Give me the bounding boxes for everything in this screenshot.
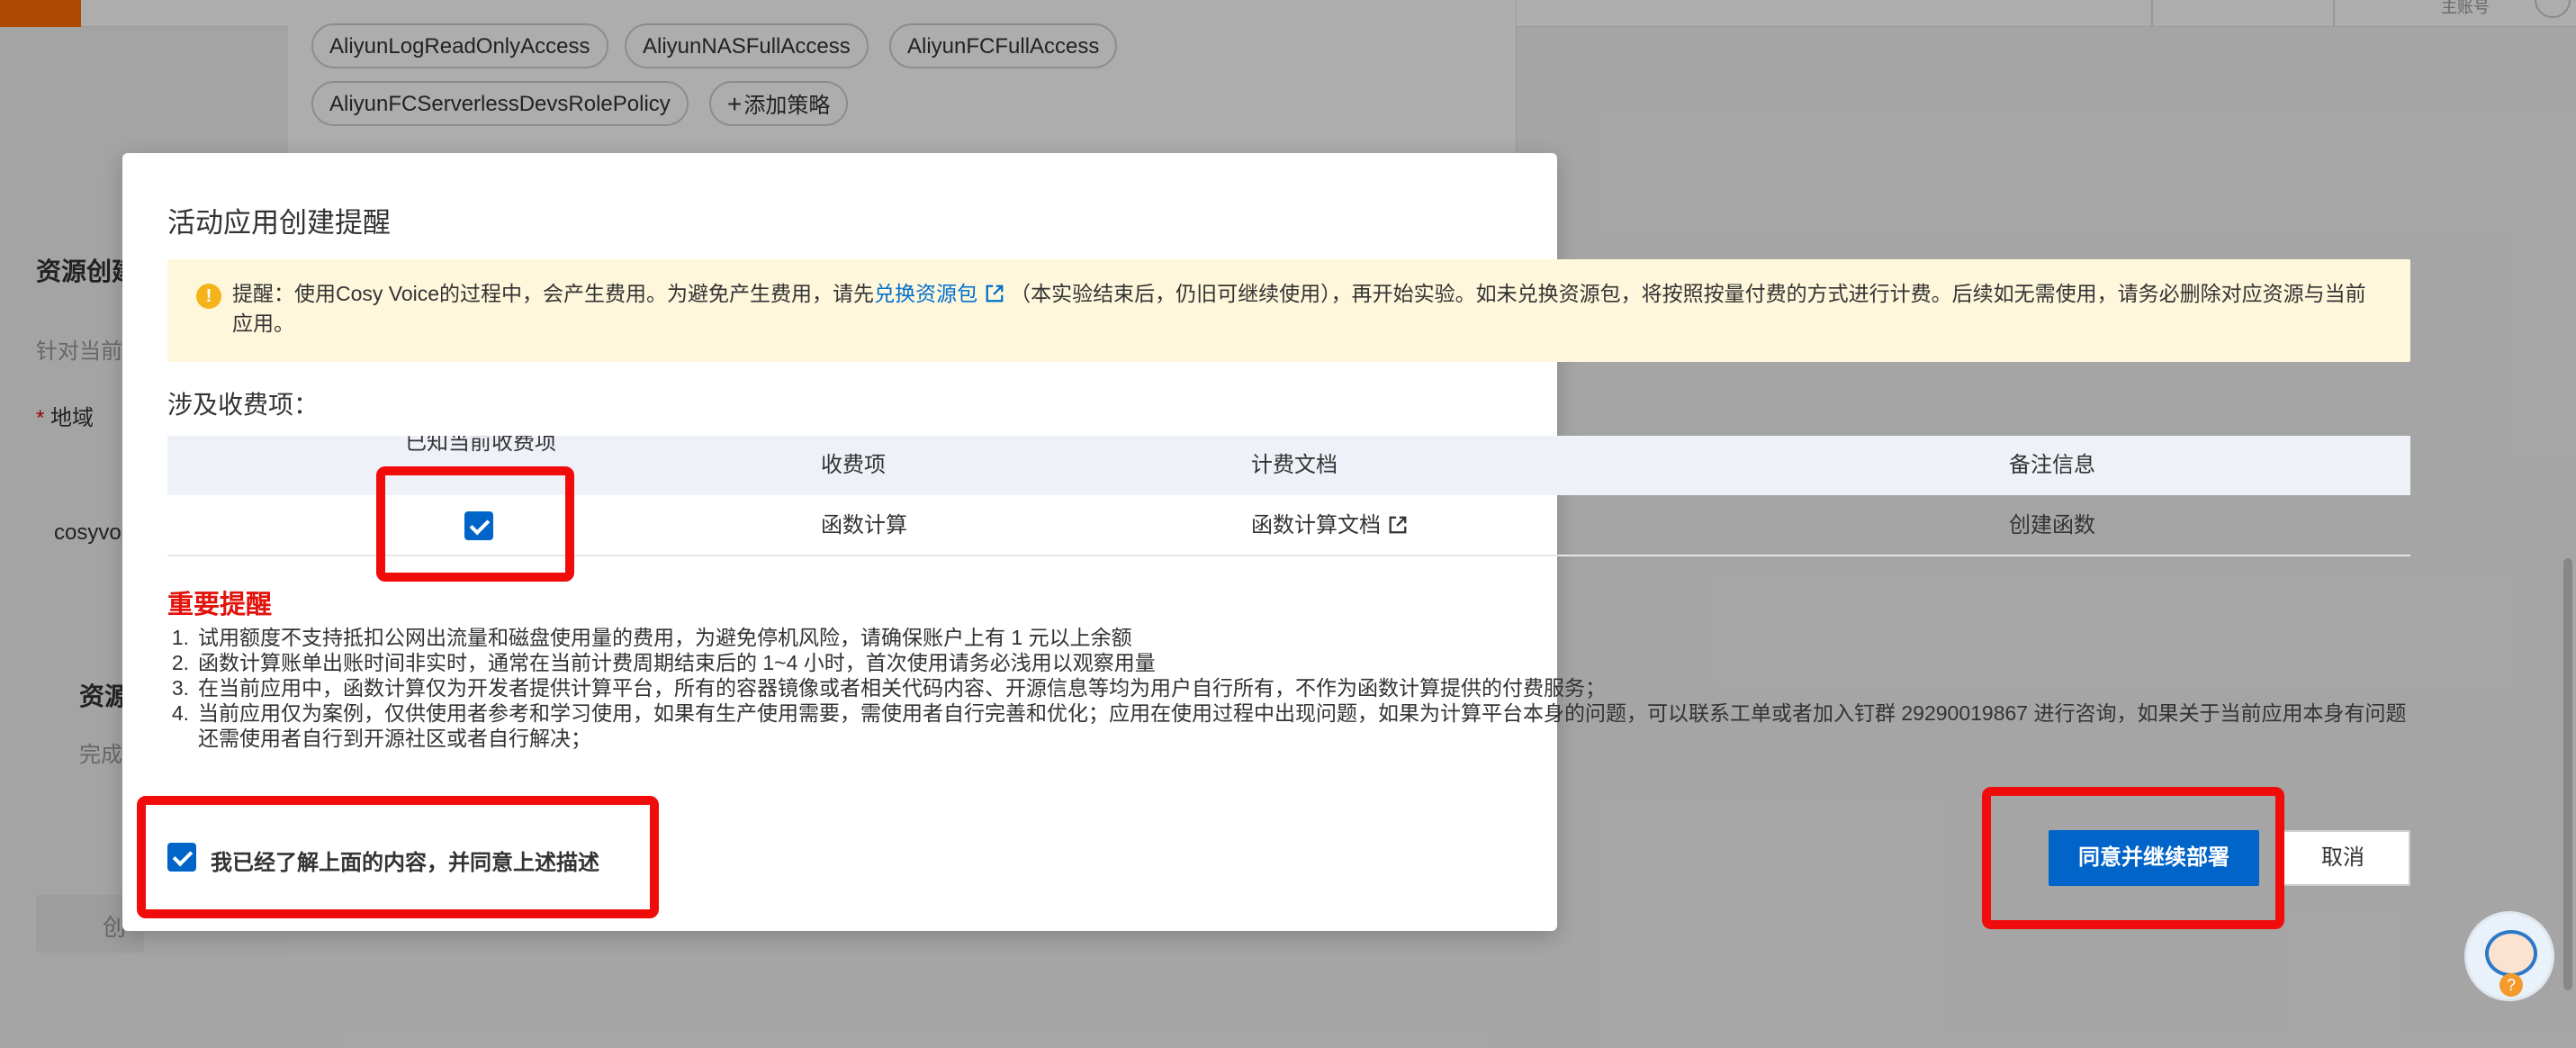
charges-label: 涉及收费项： — [167, 391, 320, 419]
billing-doc-link[interactable]: 函数计算文档 — [1251, 495, 1413, 556]
charge-note: 创建函数 — [2009, 513, 2095, 538]
dialog-title: 活动应用创建提醒 — [167, 207, 391, 239]
assistant-badge: ? — [2499, 973, 2523, 997]
assistant-avatar-icon[interactable]: ? — [2464, 911, 2554, 1001]
redeem-package-link[interactable]: 兑换资源包 — [874, 282, 977, 305]
charge-item: 函数计算 — [821, 513, 907, 538]
column-header-item: 收费项 — [821, 453, 886, 477]
warning-icon: ! — [196, 284, 221, 309]
highlight-box — [1982, 787, 2284, 929]
list-item: 4. 当前应用仅为案例，仅供使用者参考和学习使用，如果有生产使用需要，需使用者自行… — [171, 701, 2407, 750]
column-header-note: 备注信息 — [2009, 453, 2095, 477]
external-link-icon[interactable] — [985, 284, 1004, 303]
list-item: 3. 在当前应用中，函数计算仅为开发者提供计算平台，所有的容器镜像或者相关代码内容… — [171, 676, 1606, 700]
important-list: 1. 试用额度不支持抵扣公网出流量和磁盘使用量的费用，为避免停机风险，请确保账户上… — [167, 625, 2418, 751]
list-item: 2. 函数计算账单出账时间非实时，通常在当前计费周期结束后的 1~4 小时，首次使… — [171, 651, 1156, 674]
important-title: 重要提醒 — [167, 591, 273, 619]
warning-text: 提醒：使用Cosy Voice的过程中，会产生费用。为避免产生费用，请先兑换资源… — [232, 282, 2366, 335]
external-link-icon[interactable] — [1388, 515, 1408, 535]
column-header-acknowledged: 已知当前收费项 — [405, 436, 556, 455]
column-header-doc: 计费文档 — [1251, 453, 1338, 477]
list-item: 1. 试用额度不支持抵扣公网出流量和磁盘使用量的费用，为避免停机风险，请确保账户上… — [171, 626, 1132, 649]
cancel-button[interactable]: 取消 — [2275, 830, 2410, 886]
highlight-box — [137, 796, 659, 918]
assistant-face — [2485, 930, 2537, 977]
highlight-box — [376, 466, 574, 582]
warning-notice: ! 提醒：使用Cosy Voice的过程中，会产生费用。为避免产生费用，请先兑换… — [167, 259, 2410, 362]
